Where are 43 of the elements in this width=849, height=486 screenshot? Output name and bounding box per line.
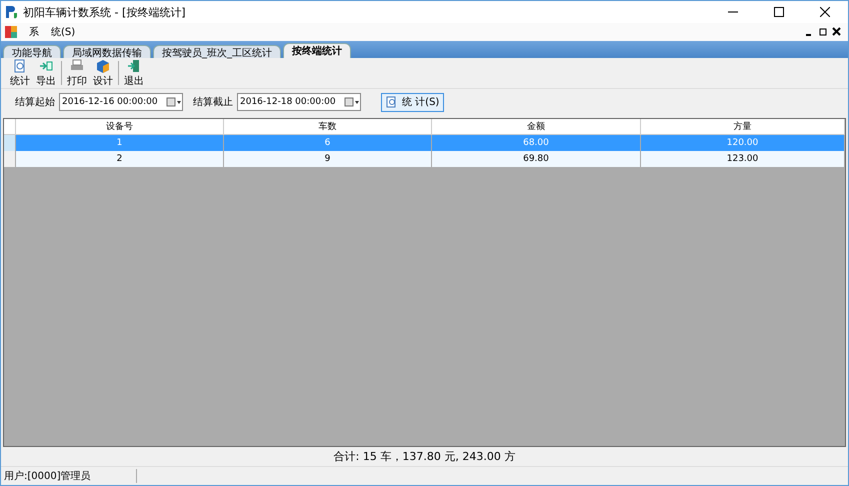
table-cell: 69.80 [432,151,641,167]
date-field[interactable]: 2016-12-18 00:00:00 [237,93,361,111]
corner-header [4,119,16,135]
export-icon [39,58,53,72]
menu-item[interactable]: 系 [29,25,39,39]
table-cell: 2 [16,151,224,167]
column-header[interactable]: 车数 [224,119,432,135]
close-icon [820,7,830,17]
column-header[interactable]: 设备号 [16,119,224,135]
window-title: 初阳车辆计数系统 - [按终端统计] [23,4,187,20]
table-cell: 120.00 [641,135,845,151]
magnifier-document-icon [13,58,27,72]
magnifier-document-icon [386,96,398,108]
total-summary: 合计: 15 车，137.80 元, 243.00 方 [332,449,516,465]
maximize-icon [774,7,784,17]
tab[interactable]: 局域网数据传输 [63,45,151,58]
table-cell: 9 [224,151,432,167]
table-cell: 1 [16,135,224,151]
table-cell: 68.00 [432,135,641,151]
menu-item[interactable]: 统(S) [51,25,76,39]
table-cell: 6 [224,135,432,151]
column-header[interactable]: 方量 [641,119,845,135]
tab[interactable]: 按终端统计 [283,43,351,58]
column-header[interactable]: 金额 [432,119,641,135]
date-field[interactable]: 2016-12-16 00:00:00 [59,93,183,111]
toolbar-button[interactable]: 打印 [64,58,90,88]
calendar-dropdown-icon[interactable] [344,97,360,107]
toolbar-button[interactable]: 设计 [90,58,116,88]
exit-door-icon [127,58,141,72]
field-label: 结算起始 [15,96,55,109]
statistics-button[interactable]: 统 计(S) [381,92,444,112]
app-logo-icon [5,5,19,19]
calendar-dropdown-icon[interactable] [166,97,182,107]
tab[interactable]: 按驾驶员_班次_工区统计 [153,45,281,58]
toolbar-button[interactable]: 统计 [7,58,33,88]
cube-icon [96,58,110,72]
toolbar-button[interactable]: 退出 [121,58,147,88]
field-label: 结算截止 [193,96,233,109]
status-user: 用户:[0000]管理员 [1,469,137,483]
toolbar-button[interactable]: 导出 [33,58,59,88]
table-cell: 123.00 [641,151,845,167]
tab[interactable]: 功能导航 [3,45,61,58]
printer-icon [70,58,84,72]
